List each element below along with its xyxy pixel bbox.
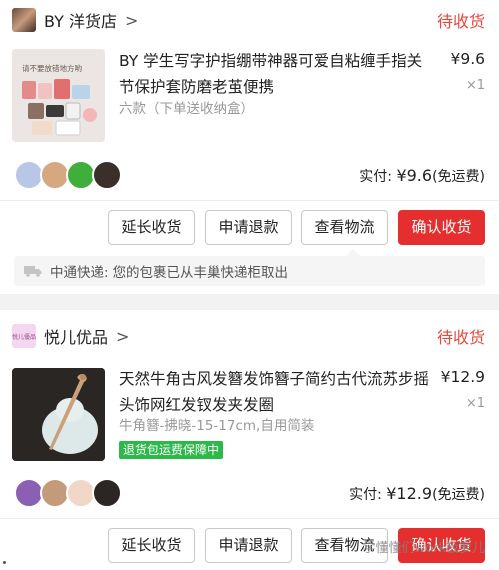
shipping-note: (免运费) bbox=[432, 487, 485, 503]
product-title[interactable]: BY 学生写字护指绷带神器可爱自粘缠手指关节保护套防磨老茧便携 bbox=[119, 48, 437, 100]
view-logistics-button[interactable]: 查看物流 bbox=[301, 210, 388, 245]
order-card: 悦儿優品 悦儿优品 > 待收货 天然牛角古风发簪发饰簪子简约古代流苏步摇头饰网红… bbox=[0, 310, 499, 570]
dot bbox=[3, 561, 6, 564]
extend-receipt-button[interactable]: 延长收货 bbox=[108, 528, 195, 563]
request-refund-button[interactable]: 申请退款 bbox=[205, 528, 292, 563]
product-title[interactable]: 天然牛角古风发簪发饰簪子简约古代流苏步摇头饰网红发钗发夹发圈 bbox=[119, 366, 437, 418]
shop-name[interactable]: BY 洋货店 bbox=[44, 8, 117, 32]
product-quantity: ×1 bbox=[465, 78, 485, 93]
product-quantity: ×1 bbox=[465, 396, 485, 411]
paid-total: 实付: ¥9.6(免运费) bbox=[359, 166, 485, 186]
shipping-note: (免运费) bbox=[432, 169, 485, 185]
watermark: 学懂懂们work板箩儿 bbox=[362, 541, 485, 556]
shop-header[interactable]: 悦儿優品 悦儿优品 > 待收货 bbox=[12, 318, 485, 354]
chevron-right-icon[interactable]: > bbox=[125, 11, 138, 30]
product-price: ¥9.6 bbox=[450, 50, 485, 68]
product-sku: 牛角簪-拂晓-15-17cm,自用简装 bbox=[119, 418, 315, 434]
paid-amount: ¥9.6 bbox=[396, 166, 433, 185]
paid-label: 实付: bbox=[349, 487, 387, 503]
product-price: ¥12.9 bbox=[440, 368, 485, 386]
product-sku: 六款（下单送收纳盒） bbox=[119, 101, 254, 117]
return-shipping-guarantee-badge: 退货包运费保障中 bbox=[119, 441, 224, 459]
chevron-right-icon[interactable]: > bbox=[116, 327, 129, 346]
confirm-receipt-button[interactable]: 确认收货 bbox=[398, 210, 485, 245]
order-card: BY 洋货店 > 待收货 请不要放错地方哟 BY 学生写字护指绷带神器可爱自粘缠… bbox=[0, 0, 499, 294]
request-refund-button[interactable]: 申请退款 bbox=[205, 210, 292, 245]
divider bbox=[0, 200, 499, 201]
logistics-carrier: 中通快递: bbox=[50, 265, 109, 281]
truck-icon bbox=[24, 266, 42, 277]
avatar bbox=[92, 160, 122, 190]
order-status: 待收货 bbox=[436, 12, 485, 31]
shop-header[interactable]: BY 洋货店 > 待收货 bbox=[12, 2, 485, 38]
shop-logo: 悦儿優品 bbox=[12, 324, 36, 348]
avatar-group bbox=[14, 478, 122, 508]
paid-total: 实付: ¥12.9(免运费) bbox=[349, 484, 485, 504]
divider bbox=[0, 518, 499, 519]
order-status: 待收货 bbox=[436, 328, 485, 347]
product-image[interactable]: 请不要放错地方哟 bbox=[12, 49, 105, 142]
paid-amount: ¥12.9 bbox=[386, 484, 433, 503]
shop-name[interactable]: 悦儿优品 bbox=[44, 324, 108, 348]
logistics-message: 您的包裹已从丰巢快递柜取出 bbox=[112, 265, 289, 281]
logistics-status[interactable]: 中通快递: 您的包裹已从丰巢快递柜取出 bbox=[14, 249, 485, 286]
image-caption: 请不要放错地方哟 bbox=[22, 63, 82, 73]
avatar-group bbox=[14, 160, 122, 190]
avatar bbox=[92, 478, 122, 508]
paid-label: 实付: bbox=[359, 169, 397, 185]
product-image[interactable] bbox=[12, 368, 105, 461]
shop-logo bbox=[12, 8, 36, 32]
shop-logo-text: 悦儿優品 bbox=[12, 333, 37, 341]
extend-receipt-button[interactable]: 延长收货 bbox=[108, 210, 195, 245]
